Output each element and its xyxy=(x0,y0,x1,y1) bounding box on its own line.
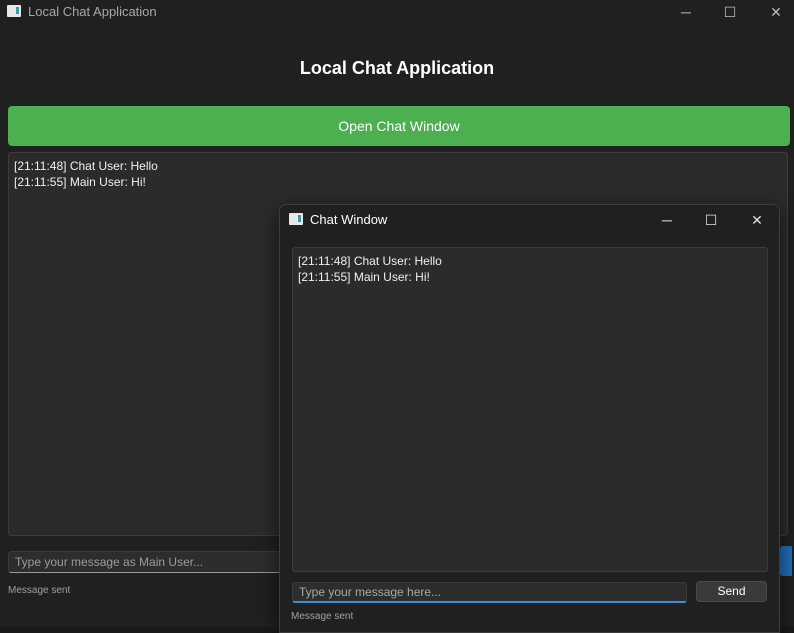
chat-window-icon xyxy=(289,213,303,225)
main-titlebar[interactable]: Local Chat Application ─ ☐ ✕ xyxy=(0,0,794,24)
chat-message: [21:11:48] Chat User: Hello xyxy=(14,159,158,173)
main-send-button[interactable] xyxy=(780,546,792,576)
minimize-icon[interactable]: ─ xyxy=(644,207,690,233)
chat-message-input[interactable]: Type your message here... xyxy=(292,582,687,603)
maximize-icon[interactable]: ☐ xyxy=(688,207,734,233)
chat-window-title: Chat Window xyxy=(310,212,388,227)
send-button[interactable]: Send xyxy=(696,581,767,602)
chat-window-titlebar[interactable]: Chat Window ─ ☐ ✕ xyxy=(280,205,779,233)
open-chat-window-button[interactable]: Open Chat Window xyxy=(8,106,790,146)
chat-window: Chat Window ─ ☐ ✕ [21:11:48] Chat User: … xyxy=(279,204,780,633)
chat-message: [21:11:55] Main User: Hi! xyxy=(14,175,146,189)
main-status-text: Message sent xyxy=(8,585,71,596)
minimize-icon[interactable]: ─ xyxy=(663,0,709,24)
chat-status-text: Message sent xyxy=(291,611,354,622)
app-window-icon xyxy=(7,5,21,17)
page-title: Local Chat Application xyxy=(299,58,495,78)
chat-message: [21:11:55] Main User: Hi! xyxy=(298,270,430,284)
chat-message: [21:11:48] Chat User: Hello xyxy=(298,254,442,268)
close-icon[interactable]: ✕ xyxy=(753,0,794,24)
maximize-icon[interactable]: ☐ xyxy=(707,0,753,24)
close-icon[interactable]: ✕ xyxy=(734,207,780,233)
chat-window-log[interactable]: [21:11:48] Chat User: Hello [21:11:55] M… xyxy=(292,247,768,572)
main-window-title: Local Chat Application xyxy=(28,4,157,19)
main-message-input[interactable]: Type your message as Main User... xyxy=(8,551,298,573)
